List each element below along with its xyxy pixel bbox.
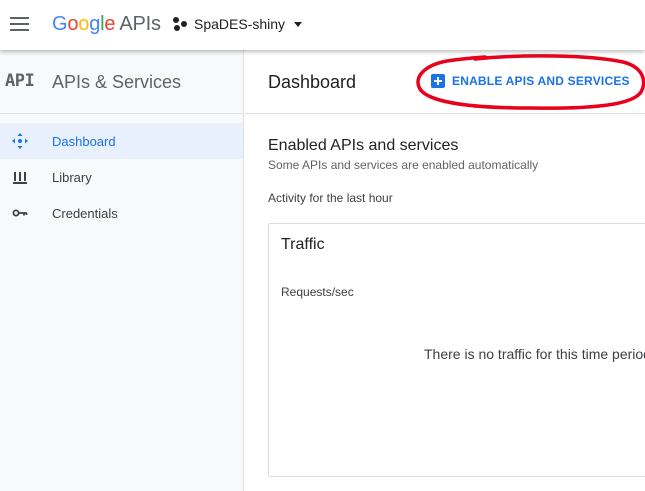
project-selector[interactable]: SpaDES-shiny — [172, 16, 303, 32]
key-icon — [12, 209, 28, 217]
google-apis-logo[interactable]: Google APIs — [52, 13, 161, 36]
sidebar-item-library[interactable]: Library — [0, 159, 243, 195]
traffic-empty-message: There is no traffic for this time period — [424, 346, 645, 362]
sidebar-item-label: Credentials — [52, 206, 118, 221]
enabled-apis-subtitle: Some APIs and services are enabled autom… — [268, 158, 539, 172]
page-title: Dashboard — [268, 72, 357, 92]
plus-icon — [431, 74, 445, 88]
api-badge-icon: API — [5, 71, 35, 91]
hamburger-menu-icon[interactable] — [10, 17, 29, 31]
library-icon — [13, 172, 27, 184]
top-app-bar: Google APIs SpaDES-shiny — [0, 0, 645, 50]
sidebar-nav: Dashboard Library Credentials — [0, 114, 243, 231]
main-content: Dashboard ENABLE APIS AND SERVICES Enabl… — [245, 50, 645, 491]
enable-apis-label: ENABLE APIS AND SERVICES — [452, 74, 630, 88]
sidebar-item-dashboard[interactable]: Dashboard — [0, 123, 243, 159]
sidebar: API APIs & Services Dashboard Library Cr… — [0, 50, 244, 491]
project-dots-icon — [172, 16, 188, 32]
page-header: Dashboard ENABLE APIS AND SERVICES — [245, 50, 645, 114]
sidebar-item-credentials[interactable]: Credentials — [0, 195, 243, 231]
traffic-card: Traffic Requests/sec There is no traffic… — [268, 223, 645, 477]
project-name: SpaDES-shiny — [194, 16, 286, 32]
dashboard-icon — [12, 133, 28, 149]
sidebar-item-label: Dashboard — [52, 134, 116, 149]
sidebar-header: API APIs & Services — [0, 50, 243, 114]
enabled-apis-title: Enabled APIs and services — [268, 137, 459, 154]
logo-suffix: APIs — [119, 13, 161, 35]
traffic-card-title: Traffic — [281, 236, 325, 253]
enable-apis-button[interactable]: ENABLE APIS AND SERVICES — [431, 74, 630, 88]
traffic-card-ylabel: Requests/sec — [281, 285, 354, 299]
activity-label: Activity for the last hour — [268, 191, 393, 205]
sidebar-item-label: Library — [52, 170, 92, 185]
sidebar-title: APIs & Services — [52, 72, 182, 92]
caret-down-icon — [294, 21, 303, 27]
